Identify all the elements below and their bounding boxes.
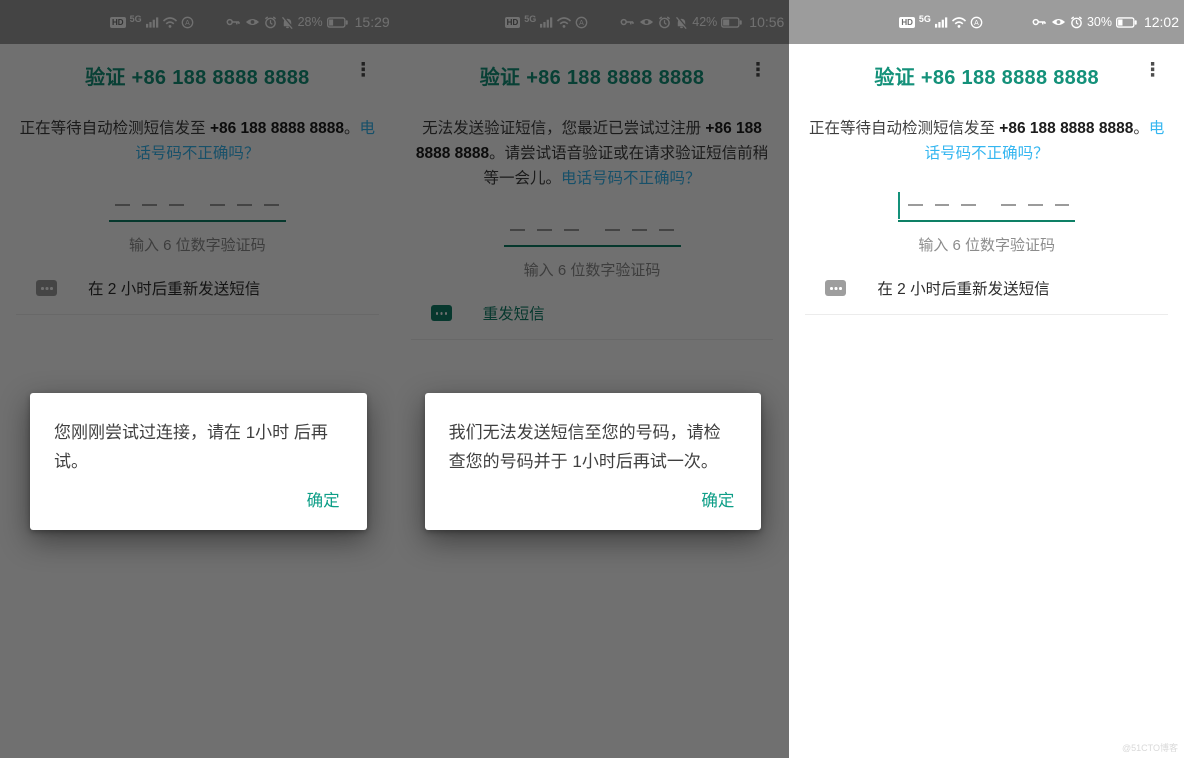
- status-left-group: HD 5G A: [899, 16, 983, 29]
- ok-button[interactable]: 确定: [307, 487, 340, 511]
- key-icon: [1032, 17, 1047, 27]
- dialog-message: 您刚刚尝试过连接，请在 1小时 后再试。: [54, 418, 343, 476]
- code-dash: [961, 204, 976, 206]
- code-dash: [1001, 204, 1016, 206]
- signal-icon: [935, 17, 948, 28]
- verification-screen-1: HD 5G A 28% 15:29 验证 +86 188 8888 8888 ⋮…: [0, 0, 395, 758]
- dialog-scrim[interactable]: [0, 0, 395, 758]
- code-dash: [935, 204, 950, 206]
- text-cursor: [898, 192, 900, 219]
- code-input[interactable]: [898, 190, 1075, 222]
- page-title: 验证 +86 188 8888 8888: [874, 67, 1099, 89]
- code-dashes: [898, 190, 1075, 220]
- instruction-text: 正在等待自动检测短信发至: [809, 120, 999, 137]
- dialog-message: 我们无法发送短信至您的号码，请检查您的号码并于 1小时后再试一次。: [449, 418, 738, 476]
- code-dash: [1028, 204, 1043, 206]
- app-bar: 验证 +86 188 8888 8888 ⋮: [789, 44, 1184, 100]
- auto-sync-icon: A: [970, 16, 983, 29]
- phone-number: +86 188 8888 8888: [999, 120, 1133, 137]
- status-right-group: 30% 12:02: [1032, 14, 1179, 30]
- wifi-icon: [952, 17, 966, 28]
- more-options-icon[interactable]: ⋮: [1139, 58, 1166, 84]
- hd-icon: HD: [899, 17, 915, 28]
- network-5g-label: 5G: [919, 14, 931, 24]
- resend-label: 在 2 小时后重新发送短信: [877, 277, 1049, 299]
- svg-text:A: A: [974, 20, 979, 27]
- ok-button[interactable]: 确定: [701, 487, 734, 511]
- watermark: @51CTO博客: [1122, 741, 1178, 754]
- status-bar: HD 5G A 30% 12:02: [789, 0, 1184, 44]
- code-hint: 输入 6 位数字验证码: [789, 234, 1184, 255]
- sms-icon: [825, 280, 846, 296]
- code-dash: [908, 204, 923, 206]
- divider: [805, 314, 1168, 315]
- triple-screenshot-canvas: HD 5G A 28% 15:29 验证 +86 188 8888 8888 ⋮…: [0, 0, 1184, 758]
- status-time: 12:02: [1144, 14, 1179, 30]
- battery-percent: 30%: [1087, 15, 1112, 29]
- battery-icon: [1116, 17, 1137, 28]
- resend-sms-row: 在 2 小时后重新发送短信: [789, 277, 1184, 299]
- alert-dialog: 您刚刚尝试过连接，请在 1小时 后再试。 确定: [30, 393, 367, 530]
- verification-instructions: 正在等待自动检测短信发至 +86 188 8888 8888。电话号码不正确吗？: [789, 116, 1184, 166]
- verification-screen-3: HD 5G A 30% 12:02 验证 +86 188 8888 8888 ⋮…: [789, 0, 1184, 758]
- verification-screen-2: HD 5G A 42% 10:56 验证 +86 188 8888 8888 ⋮…: [395, 0, 790, 758]
- alert-dialog: 我们无法发送短信至您的号码，请检查您的号码并于 1小时后再试一次。 确定: [425, 393, 762, 530]
- alarm-icon: [1070, 16, 1083, 29]
- code-dash: [1055, 204, 1070, 206]
- eye-icon: [1051, 17, 1066, 27]
- instruction-text-post: 。: [1133, 120, 1149, 137]
- dialog-scrim[interactable]: [395, 0, 790, 758]
